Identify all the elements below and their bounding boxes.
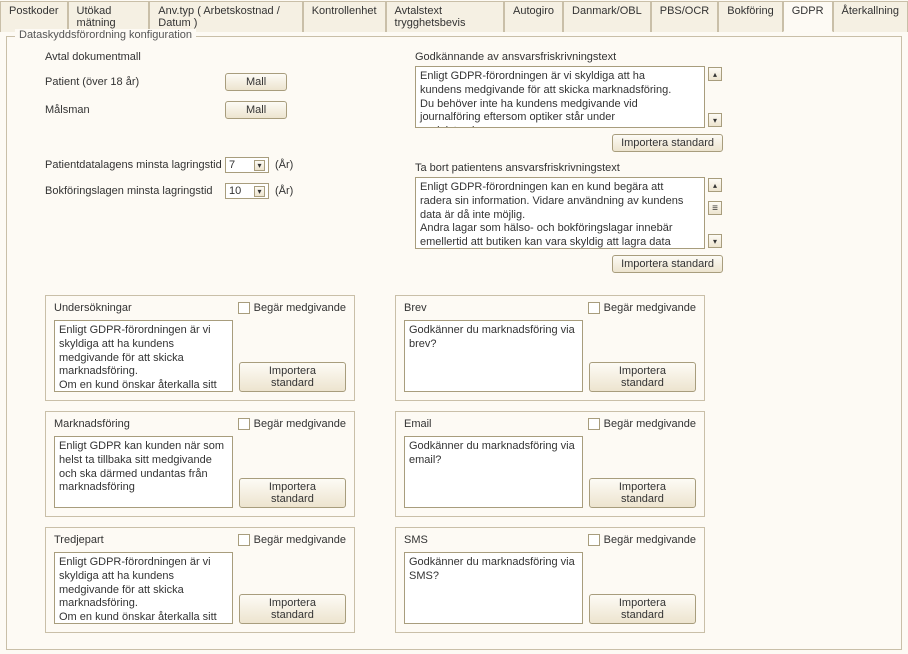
consent-panel-email: Email Begär medgivande Godkänner du markna… bbox=[395, 411, 705, 517]
import-standard-button[interactable]: Importera standard bbox=[239, 478, 346, 508]
scroll-down-icon[interactable]: ▾ bbox=[708, 113, 722, 127]
chevron-down-icon: ▾ bbox=[254, 160, 265, 171]
panel-textarea[interactable]: Enligt GDPR-förordningen är vi skyldiga … bbox=[54, 320, 233, 392]
consent-panel-unders-kningar: Undersökningar Begär medgivande Enligt GDP… bbox=[45, 295, 355, 401]
tab-ut-kad-m-tning[interactable]: Utökad mätning bbox=[68, 1, 150, 32]
checkbox-icon bbox=[238, 534, 250, 546]
tab-anv-typ-arbetskostnad-datum-[interactable]: Anv.typ ( Arbetskostnad / Datum ) bbox=[149, 1, 302, 32]
patientdata-retention-value: 7 bbox=[229, 159, 235, 171]
chevron-down-icon: ▾ bbox=[254, 186, 265, 197]
tab-autogiro[interactable]: Autogiro bbox=[504, 1, 563, 32]
checkbox-label: Begär medgivande bbox=[254, 418, 346, 430]
remove-disclaimer-text: Enligt GDPR-förordningen kan en kund beg… bbox=[420, 181, 686, 249]
gdpr-config-fieldset: Dataskyddsförordning konfiguration Avtal… bbox=[6, 36, 902, 650]
consent-panel-brev: Brev Begär medgivande Godkänner du marknad… bbox=[395, 295, 705, 401]
checkbox-icon bbox=[588, 302, 600, 314]
panel-title: Email bbox=[404, 418, 432, 430]
import-standard-remove-button[interactable]: Importera standard bbox=[612, 255, 723, 273]
bookkeeping-retention-value: 10 bbox=[229, 185, 241, 197]
scroll-up-icon[interactable]: ▴ bbox=[708, 178, 722, 192]
consent-panel-sms: SMS Begär medgivande Godkänner du marknads… bbox=[395, 527, 705, 633]
unit-years: (År) bbox=[275, 159, 293, 171]
patient-template-button[interactable]: Mall bbox=[225, 73, 287, 91]
checkbox-label: Begär medgivande bbox=[254, 534, 346, 546]
checkbox-label: Begär medgivande bbox=[254, 302, 346, 314]
consent-panel-marknadsf-ring: Marknadsföring Begär medgivande Enligt GDP… bbox=[45, 411, 355, 517]
tab--terkallning[interactable]: Återkallning bbox=[833, 1, 908, 32]
panel-title: Tredjepart bbox=[54, 534, 104, 546]
request-consent-checkbox[interactable]: Begär medgivande bbox=[238, 418, 346, 430]
request-consent-checkbox[interactable]: Begär medgivande bbox=[588, 302, 696, 314]
scroll-up-icon[interactable]: ▴ bbox=[708, 67, 722, 81]
remove-disclaimer-label: Ta bort patientens ansvarsfriskrivningst… bbox=[415, 162, 863, 174]
panel-textarea[interactable]: Godkänner du marknadsföring via brev? bbox=[404, 320, 583, 392]
tab-bokf-ring[interactable]: Bokföring bbox=[718, 1, 782, 32]
tab-postkoder[interactable]: Postkoder bbox=[0, 1, 68, 32]
tab-danmark-obl[interactable]: Danmark/OBL bbox=[563, 1, 651, 32]
scroll-thumb-icon[interactable]: ≡ bbox=[708, 201, 722, 215]
checkbox-icon bbox=[238, 302, 250, 314]
tab-pbs-ocr[interactable]: PBS/OCR bbox=[651, 1, 719, 32]
import-standard-button[interactable]: Importera standard bbox=[239, 362, 346, 392]
approve-disclaimer-text: Enligt GDPR-förordningen är vi skyldiga … bbox=[420, 70, 686, 128]
tab-kontrollenhet[interactable]: Kontrollenhet bbox=[303, 1, 386, 32]
patientdata-retention-label: Patientdatalagens minsta lagringstid bbox=[45, 159, 225, 171]
patientdata-retention-select[interactable]: 7 ▾ bbox=[225, 157, 269, 173]
patient-label: Patient (över 18 år) bbox=[45, 76, 225, 88]
checkbox-icon bbox=[588, 534, 600, 546]
checkbox-icon bbox=[238, 418, 250, 430]
fieldset-legend: Dataskyddsförordning konfiguration bbox=[15, 29, 196, 41]
checkbox-label: Begär medgivande bbox=[604, 302, 696, 314]
panel-textarea[interactable]: Godkänner du marknadsföring via email? bbox=[404, 436, 583, 508]
panel-textarea[interactable]: Godkänner du marknadsföring via SMS? bbox=[404, 552, 583, 624]
checkbox-label: Begär medgivande bbox=[604, 534, 696, 546]
guardian-label: Målsman bbox=[45, 104, 225, 116]
approve-disclaimer-textarea[interactable]: Enligt GDPR-förordningen är vi skyldiga … bbox=[415, 66, 705, 128]
unit-years: (År) bbox=[275, 185, 293, 197]
import-standard-button[interactable]: Importera standard bbox=[589, 594, 696, 624]
request-consent-checkbox[interactable]: Begär medgivande bbox=[238, 302, 346, 314]
tab-bar: PostkoderUtökad mätningAnv.typ ( Arbetsk… bbox=[0, 0, 908, 32]
tab-avtalstext-trygghetsbevis[interactable]: Avtalstext trygghetsbevis bbox=[386, 1, 505, 32]
panel-textarea[interactable]: Enligt GDPR kan kunden när som helst ta … bbox=[54, 436, 233, 508]
panel-title: Marknadsföring bbox=[54, 418, 130, 430]
template-header: Avtal dokumentmall bbox=[45, 51, 225, 63]
guardian-template-button[interactable]: Mall bbox=[225, 101, 287, 119]
import-standard-approve-button[interactable]: Importera standard bbox=[612, 134, 723, 152]
tab-gdpr[interactable]: GDPR bbox=[783, 1, 833, 32]
panel-title: SMS bbox=[404, 534, 428, 546]
request-consent-checkbox[interactable]: Begär medgivande bbox=[588, 418, 696, 430]
bookkeeping-retention-label: Bokföringslagen minsta lagringstid bbox=[45, 185, 225, 197]
import-standard-button[interactable]: Importera standard bbox=[589, 478, 696, 508]
scroll-down-icon[interactable]: ▾ bbox=[708, 234, 722, 248]
panel-title: Brev bbox=[404, 302, 427, 314]
checkbox-label: Begär medgivande bbox=[604, 418, 696, 430]
import-standard-button[interactable]: Importera standard bbox=[239, 594, 346, 624]
approve-disclaimer-label: Godkännande av ansvarsfriskrivningstext bbox=[415, 51, 863, 63]
panel-title: Undersökningar bbox=[54, 302, 132, 314]
import-standard-button[interactable]: Importera standard bbox=[589, 362, 696, 392]
panel-textarea[interactable]: Enligt GDPR-förordningen är vi skyldiga … bbox=[54, 552, 233, 624]
request-consent-checkbox[interactable]: Begär medgivande bbox=[238, 534, 346, 546]
bookkeeping-retention-select[interactable]: 10 ▾ bbox=[225, 183, 269, 199]
checkbox-icon bbox=[588, 418, 600, 430]
remove-disclaimer-textarea[interactable]: Enligt GDPR-förordningen kan en kund beg… bbox=[415, 177, 705, 249]
consent-panel-tredjepart: Tredjepart Begär medgivande Enligt GDPR-fö… bbox=[45, 527, 355, 633]
request-consent-checkbox[interactable]: Begär medgivande bbox=[588, 534, 696, 546]
